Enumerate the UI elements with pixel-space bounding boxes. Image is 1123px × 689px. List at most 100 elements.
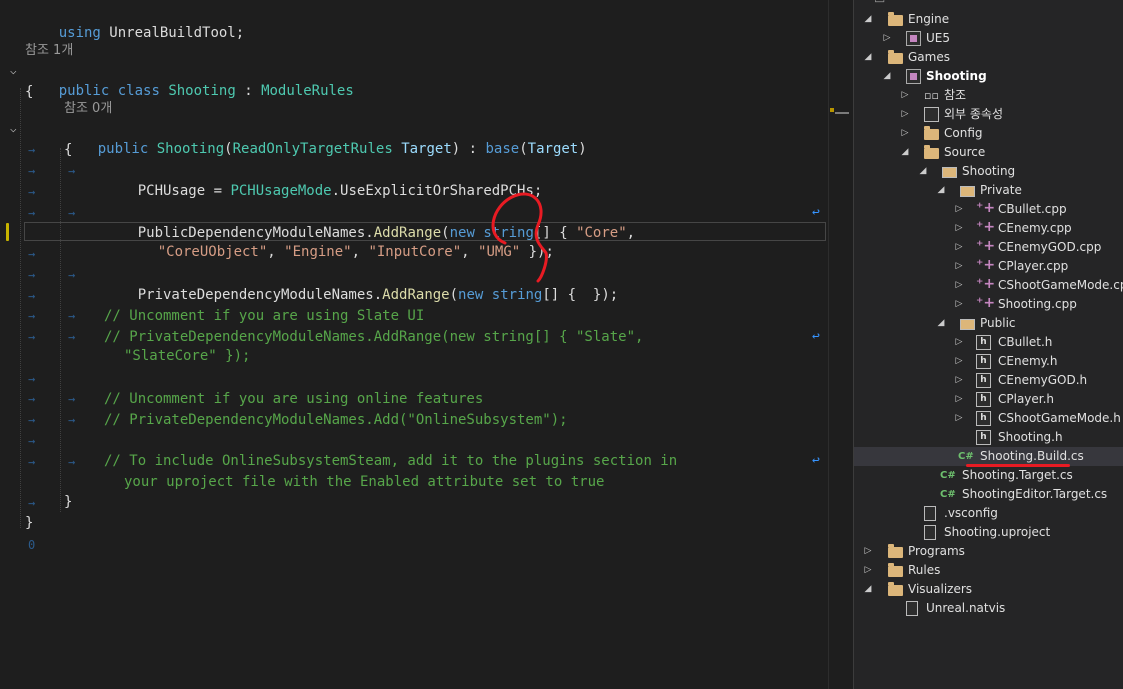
triangle-right-icon[interactable]: ▷	[863, 542, 873, 561]
scrollbar-change-marker	[830, 108, 834, 112]
code-line-pchusage[interactable]: PCHUsage = PCHUsageMode.UseExplicitOrSha…	[104, 161, 543, 199]
tree-item-cenemy-cpp[interactable]: ▷ ⁺+ CEnemy.cpp	[854, 219, 1123, 238]
header-file-icon: h	[976, 373, 991, 388]
triangle-down-icon[interactable]: ◢	[863, 10, 873, 29]
triangle-down-icon[interactable]: ◢	[900, 143, 910, 162]
cpp-file-icon: ⁺+	[976, 295, 996, 311]
tree-item-config[interactable]: ▷ Config	[854, 124, 1123, 143]
tree-item-programs[interactable]: ▷ Programs	[854, 542, 1123, 561]
tree-item-label: CPlayer.h	[998, 392, 1055, 406]
code-line-brace[interactable]: }	[64, 492, 72, 512]
triangle-right-icon[interactable]: ▷	[954, 371, 964, 390]
tab-whitespace-glyph: 0	[28, 538, 36, 552]
tree-item-vsconfig[interactable]: .vsconfig	[854, 504, 1123, 523]
solution-explorer[interactable]: ▭ ◢ Engine ▷ UE5 ◢ Games ◢ Shooting ▷ ▫▫…	[853, 0, 1123, 689]
tree-item-rules[interactable]: ▷ Rules	[854, 561, 1123, 580]
triangle-down-icon[interactable]: ◢	[882, 67, 892, 86]
tree-item-cenemygod-h[interactable]: ▷ h CEnemyGOD.h	[854, 371, 1123, 390]
tab-whitespace-glyph: →	[28, 330, 36, 344]
triangle-right-icon[interactable]: ▷	[900, 86, 910, 105]
member-name: PrivateDependencyModuleNames	[137, 287, 374, 303]
tree-item-shootingeditor-target-cs[interactable]: C# ShootingEditor.Target.cs	[854, 485, 1123, 504]
code-line-brace[interactable]: {	[64, 140, 72, 160]
folder-icon	[924, 145, 939, 159]
tree-item-cplayer-cpp[interactable]: ▷ ⁺+ CPlayer.cpp	[854, 257, 1123, 276]
tree-item-shooting-h[interactable]: h Shooting.h	[854, 428, 1123, 447]
tree-item-engine[interactable]: ◢ Engine	[854, 10, 1123, 29]
tree-item-references[interactable]: ▷ ▫▫ 참조	[854, 86, 1123, 105]
tree-item-label: ShootingEditor.Target.cs	[962, 487, 1108, 501]
handwritten-underline	[966, 464, 1070, 467]
tree-item-label: Unreal.natvis	[926, 601, 1006, 615]
triangle-right-icon[interactable]: ▷	[900, 105, 910, 124]
tree-item-games[interactable]: ◢ Games	[854, 48, 1123, 67]
project-icon	[906, 69, 921, 84]
editor-vertical-scrollbar[interactable]	[828, 0, 853, 689]
tree-item-unreal-natvis[interactable]: Unreal.natvis	[854, 599, 1123, 618]
tree-item-cplayer-h[interactable]: ▷ h CPlayer.h	[854, 390, 1123, 409]
tree-item-shooting-target-cs[interactable]: C# Shooting.Target.cs	[854, 466, 1123, 485]
triangle-down-icon[interactable]: ◢	[936, 314, 946, 333]
triangle-right-icon[interactable]: ▷	[954, 200, 964, 219]
project-icon	[906, 31, 921, 46]
codelens-references[interactable]: 참조 1개	[25, 41, 73, 61]
paren: (	[519, 141, 528, 157]
triangle-down-icon[interactable]: ◢	[863, 580, 873, 599]
code-comment[interactable]: // Uncomment if you are using online fea…	[104, 389, 483, 409]
tree-item-cbullet-h[interactable]: ▷ h CBullet.h	[854, 333, 1123, 352]
code-line-class-decl[interactable]: public class Shooting : ModuleRules	[25, 61, 354, 99]
fold-toggle-ctor[interactable]: ⌵	[10, 119, 17, 139]
tree-item-cenemygod-cpp[interactable]: ▷ ⁺+ CEnemyGOD.cpp	[854, 238, 1123, 257]
tab-whitespace-glyph: →	[68, 455, 76, 469]
tree-item-cbullet-cpp[interactable]: ▷ ⁺+ CBullet.cpp	[854, 200, 1123, 219]
tree-item-shooting-cpp[interactable]: ▷ ⁺+ Shooting.cpp	[854, 295, 1123, 314]
tree-item-ue5[interactable]: ▷ UE5	[854, 29, 1123, 48]
tree-item-shooting-uproject[interactable]: Shooting.uproject	[854, 523, 1123, 542]
triangle-right-icon[interactable]: ▷	[863, 561, 873, 580]
tree-item-cshootgamemode-h[interactable]: ▷ h CShootGameMode.h	[854, 409, 1123, 428]
tree-item-cenemy-h[interactable]: ▷ h CEnemy.h	[854, 352, 1123, 371]
codelens-references[interactable]: 참조 0개	[64, 99, 112, 119]
code-comment[interactable]: // Uncomment if you are using Slate UI	[104, 306, 424, 326]
triangle-right-icon[interactable]: ▷	[900, 124, 910, 143]
triangle-right-icon[interactable]: ▷	[954, 276, 964, 295]
code-line-brace[interactable]: }	[25, 513, 33, 533]
triangle-right-icon[interactable]: ▷	[954, 352, 964, 371]
tree-item-shooting-project[interactable]: ◢ Shooting	[854, 67, 1123, 86]
triangle-right-icon[interactable]: ▷	[882, 29, 892, 48]
tree-item-label: Shooting	[962, 164, 1016, 178]
tree-item-private[interactable]: ◢ Private	[854, 181, 1123, 200]
triangle-down-icon[interactable]: ◢	[918, 162, 928, 181]
punctuation: ) :	[451, 141, 486, 157]
tree-item-label: 참조	[944, 88, 967, 102]
code-line-using[interactable]: using UnrealBuildTool;	[25, 3, 244, 41]
code-comment-wrap[interactable]: your uproject file with the Enabled attr…	[124, 472, 604, 492]
tree-item-visualizers[interactable]: ◢ Visualizers	[854, 580, 1123, 599]
code-comment[interactable]: // PrivateDependencyModuleNames.AddRange…	[104, 327, 643, 347]
triangle-down-icon[interactable]: ◢	[863, 48, 873, 67]
triangle-right-icon[interactable]: ▷	[954, 333, 964, 352]
handwritten-annotation	[491, 192, 548, 283]
tree-item-source[interactable]: ◢ Source	[854, 143, 1123, 162]
tree-item-label: .vsconfig	[944, 506, 998, 520]
triangle-right-icon[interactable]: ▷	[954, 409, 964, 428]
code-editor[interactable]: → → → → → → → → → → → → → → → → → → → → …	[0, 0, 828, 689]
fold-toggle-class[interactable]: ⌵	[10, 61, 17, 81]
code-line-ctor-decl[interactable]: public Shooting(ReadOnlyTargetRules Targ…	[64, 119, 587, 157]
triangle-down-icon[interactable]: ◢	[936, 181, 946, 200]
code-line-brace[interactable]: {	[25, 82, 33, 102]
keyword-public: public	[58, 83, 110, 99]
triangle-right-icon[interactable]: ▷	[954, 219, 964, 238]
code-comment-wrap[interactable]: "SlateCore" });	[124, 346, 250, 366]
triangle-right-icon[interactable]: ▷	[954, 295, 964, 314]
triangle-right-icon[interactable]: ▷	[954, 238, 964, 257]
tree-item-public[interactable]: ◢ Public	[854, 314, 1123, 333]
code-comment[interactable]: // PrivateDependencyModuleNames.Add("Onl…	[104, 410, 568, 430]
triangle-right-icon[interactable]: ▷	[954, 257, 964, 276]
triangle-right-icon[interactable]: ▷	[954, 390, 964, 409]
code-comment[interactable]: // To include OnlineSubsystemSteam, add …	[104, 451, 677, 471]
tree-item-cshootgamemode-cpp[interactable]: ▷ ⁺+ CShootGameMode.cp	[854, 276, 1123, 295]
tree-item-shooting-folder[interactable]: ◢ Shooting	[854, 162, 1123, 181]
tree-item-label: Shooting.cpp	[998, 297, 1077, 311]
tree-item-external-deps[interactable]: ▷ 외부 종속성	[854, 105, 1123, 124]
